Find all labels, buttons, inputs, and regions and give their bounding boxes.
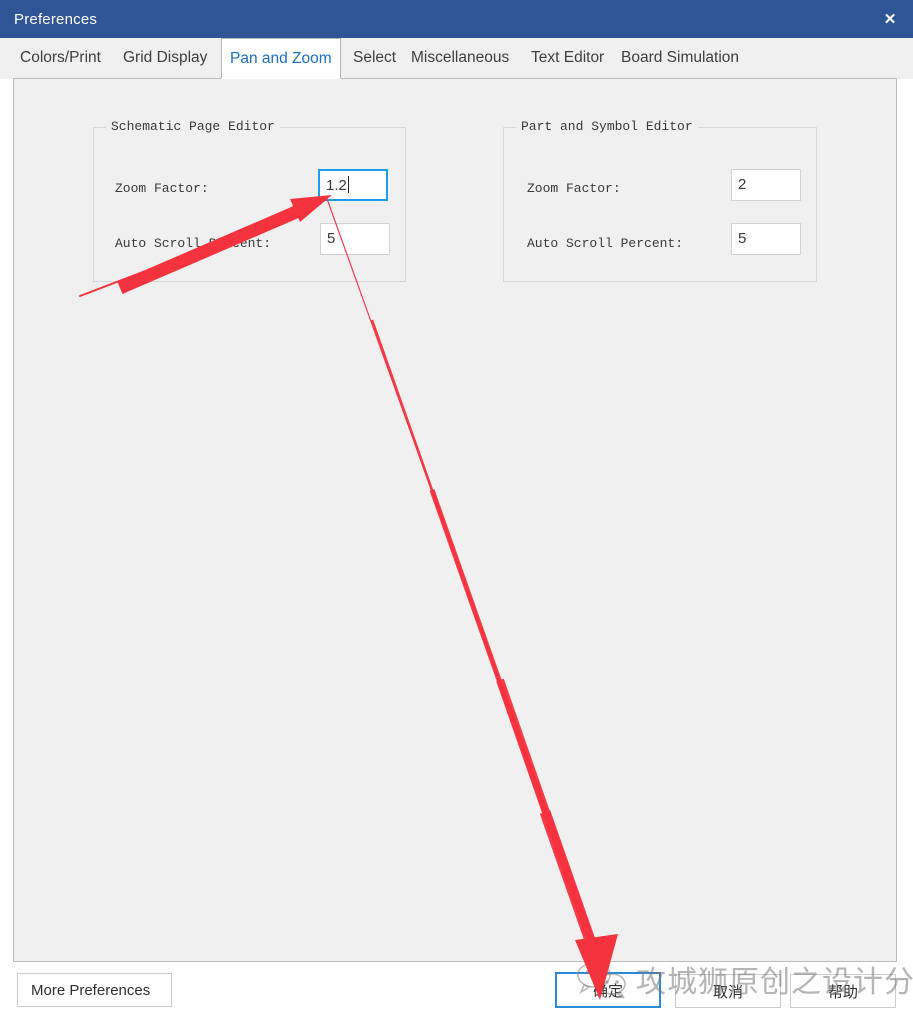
text-caret	[347, 176, 349, 193]
tab-select[interactable]: Select	[345, 38, 404, 78]
part-zoom-factor-input-value: 2	[738, 176, 747, 193]
label-part-auto-scroll-percent: Auto Scroll Percent:	[527, 236, 684, 251]
group-title-schematic-page-editor: Schematic Page Editor	[106, 119, 280, 134]
zoom-factor-input[interactable]: 1.2	[318, 169, 388, 201]
auto-scroll-percent-input-value: 5	[327, 230, 336, 247]
label-part-zoom-factor: Zoom Factor:	[527, 181, 621, 196]
tab-bar: Colors/Print Grid Display Pan and Zoom S…	[0, 38, 913, 79]
tab-board-simulation[interactable]: Board Simulation	[613, 38, 747, 78]
part-auto-scroll-percent-input-value: 5	[738, 230, 747, 247]
label-schematic-auto-scroll-percent: Auto Scroll Percent:	[115, 236, 272, 251]
tab-colors-print[interactable]: Colors/Print	[12, 38, 109, 78]
close-icon[interactable]: ✕	[867, 0, 913, 38]
group-title-part-and-symbol-editor: Part and Symbol Editor	[516, 119, 698, 134]
tab-miscellaneous[interactable]: Miscellaneous	[403, 38, 517, 78]
part-auto-scroll-percent-input[interactable]: 5	[731, 223, 801, 255]
wechat-logo	[577, 962, 626, 999]
watermark-text: 攻城狮原创之设计分享	[636, 965, 913, 1000]
more-preferences-button[interactable]: More Preferences	[17, 973, 172, 1007]
label-schematic-zoom-factor: Zoom Factor:	[115, 181, 209, 196]
group-schematic-page-editor: Schematic Page Editor Zoom Factor: 1.2 A…	[93, 119, 406, 282]
group-part-and-symbol-editor: Part and Symbol Editor Zoom Factor: 2 Au…	[503, 119, 817, 282]
part-zoom-factor-input[interactable]: 2	[731, 169, 801, 201]
window-title-bar: Preferences ✕	[0, 0, 913, 38]
tab-text-editor[interactable]: Text Editor	[523, 38, 612, 78]
zoom-factor-input-value: 1.2	[326, 177, 347, 194]
tab-grid-display[interactable]: Grid Display	[115, 38, 215, 78]
auto-scroll-percent-input[interactable]: 5	[320, 223, 390, 255]
window-title: Preferences	[14, 11, 98, 28]
preferences-content-panel: Schematic Page Editor Zoom Factor: 1.2 A…	[13, 78, 897, 962]
tab-pan-and-zoom[interactable]: Pan and Zoom	[221, 38, 341, 79]
